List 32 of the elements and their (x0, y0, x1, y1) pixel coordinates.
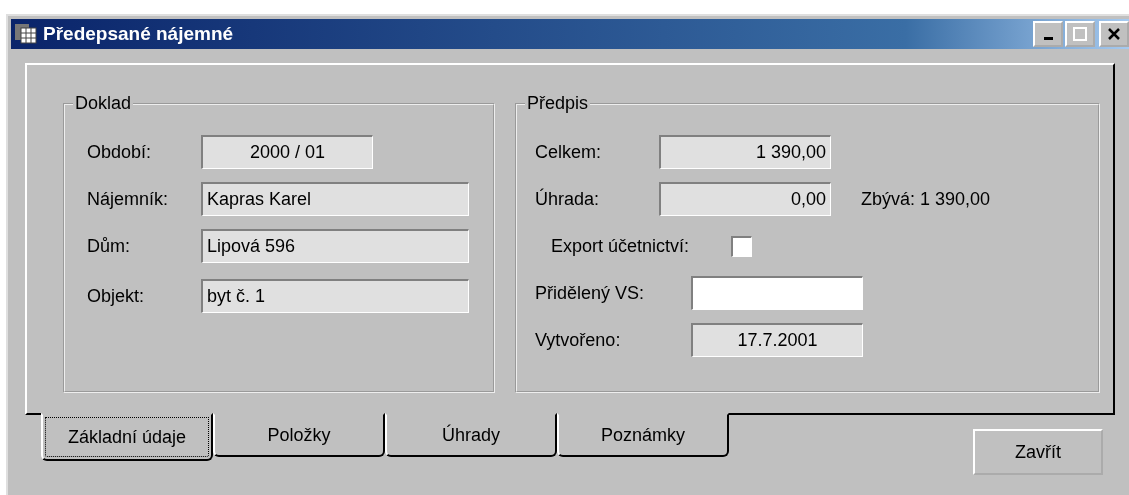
readonly-field: 2000 / 01 (201, 135, 373, 169)
tab[interactable]: Poznámky (557, 413, 729, 457)
tab[interactable]: Základní údaje (41, 413, 213, 461)
checkbox[interactable] (731, 235, 753, 257)
field-label: Nájemník: (87, 188, 170, 210)
window-title: Předepsané nájemné (43, 23, 234, 45)
field-label: Přidělený VS: (535, 282, 646, 304)
minimize-button[interactable] (1033, 21, 1063, 47)
readonly-field: 17.7.2001 (691, 323, 863, 357)
minimize-icon (1043, 37, 1053, 40)
readonly-field: 1 390,00 (659, 135, 831, 169)
field-label: Dům: (87, 235, 131, 257)
close-icon (1107, 27, 1121, 41)
remaining-text: Zbývá: 1 390,00 (861, 188, 991, 210)
readonly-field: Lipová 596 (201, 229, 469, 263)
maximize-icon (1073, 27, 1087, 41)
close-dialog-button[interactable]: Zavřít (973, 429, 1103, 475)
field-label: Úhrada: (535, 188, 601, 210)
close-button[interactable] (1099, 21, 1129, 47)
checkbox-label: Export účetnictví: (551, 235, 690, 257)
field-label: Vytvořeno: (535, 329, 622, 351)
tab[interactable]: Položky (213, 413, 385, 457)
group-title: Předpis (525, 93, 591, 114)
field-label: Období: (87, 141, 153, 163)
field-label: Celkem: (535, 141, 602, 163)
readonly-field: Kapras Karel (201, 182, 469, 216)
input-field[interactable] (691, 276, 863, 310)
table-icon (15, 24, 37, 44)
field-label: Objekt: (87, 285, 146, 307)
tab[interactable]: Úhrady (385, 413, 557, 457)
readonly-field: 0,00 (659, 182, 831, 216)
readonly-field: byt č. 1 (201, 279, 469, 313)
